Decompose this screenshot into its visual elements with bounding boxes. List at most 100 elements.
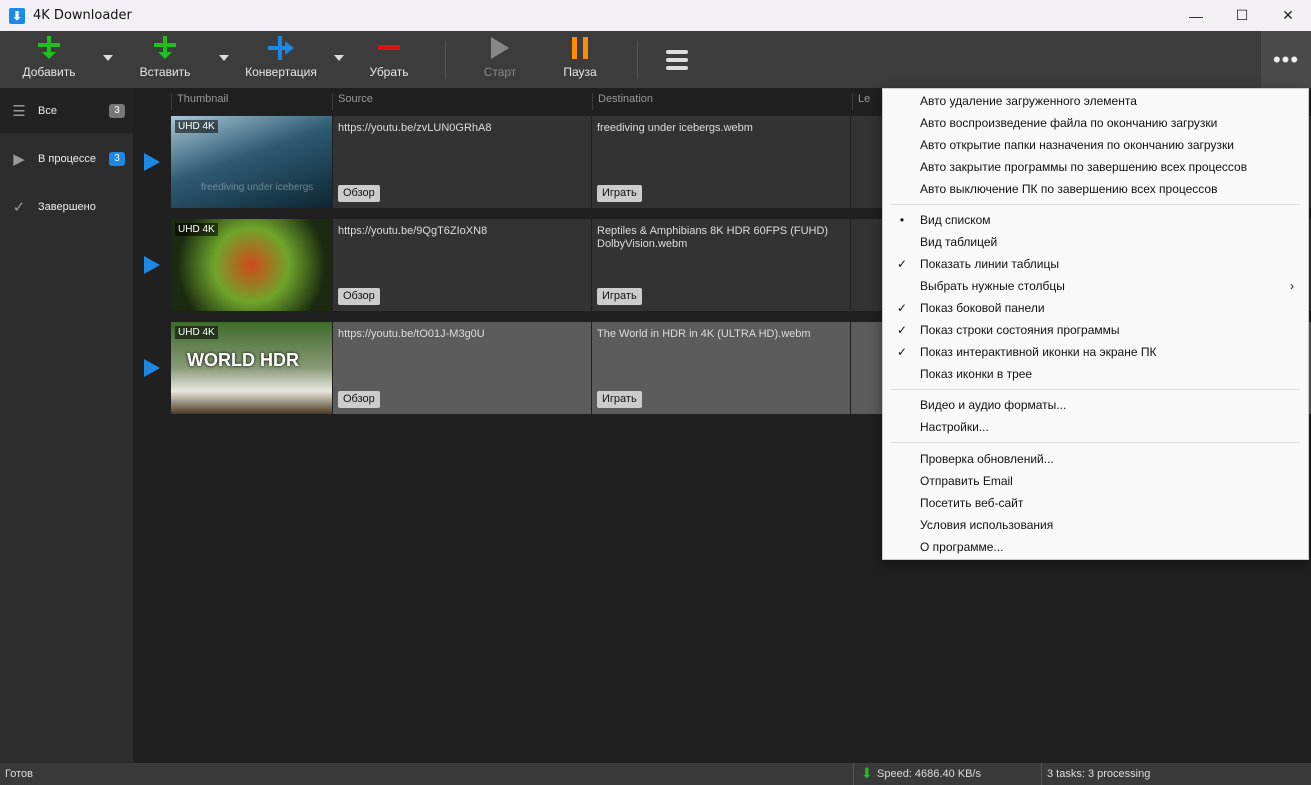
- menu-item-label: Авто воспроизведение файла по окончанию …: [920, 116, 1218, 130]
- menu-item-label: Авто закрытие программы по завершению вс…: [920, 160, 1248, 174]
- status-divider: [1041, 763, 1042, 785]
- menu-separator: [891, 204, 1300, 205]
- convert-icon: [242, 31, 320, 65]
- menu-item[interactable]: Показ иконки в трее: [883, 363, 1308, 385]
- menu-item-label: Выбрать нужные столбцы: [920, 279, 1065, 293]
- menu-item[interactable]: Авто закрытие программы по завершению вс…: [883, 156, 1308, 178]
- maximize-button[interactable]: ☐: [1219, 0, 1265, 31]
- status-text: Готов: [5, 768, 33, 780]
- menu-item-label: Показ интерактивной иконки на экране ПК: [920, 345, 1157, 359]
- list-icon: ☰: [12, 102, 26, 120]
- menu-item-label: Показать линии таблицы: [920, 257, 1059, 271]
- menu-separator: [891, 442, 1300, 443]
- window-title: 4K Downloader: [33, 8, 132, 23]
- play-icon: [478, 31, 522, 65]
- menu-item-label: Показ боковой панели: [920, 301, 1045, 315]
- play-icon[interactable]: [144, 153, 160, 171]
- minimize-button[interactable]: —: [1173, 0, 1219, 31]
- status-divider: [853, 763, 854, 785]
- menu-item-label: Вид списком: [920, 213, 991, 227]
- video-thumbnail: UHD 4K freediving under icebergs: [171, 116, 332, 208]
- remove-button[interactable]: Убрать: [364, 31, 414, 88]
- convert-button[interactable]: Конвертация: [242, 31, 320, 88]
- status-bar: Готов ⬇ Speed: 4686.40 KB/s 3 tasks: 3 p…: [0, 763, 1311, 785]
- add-button[interactable]: Добавить: [20, 31, 78, 88]
- menu-item-label: Показ иконки в трее: [920, 367, 1033, 381]
- checkmark-icon: ✓: [896, 301, 908, 315]
- app-logo-icon: ⬇: [9, 7, 25, 24]
- hamburger-icon: [662, 31, 692, 88]
- destination-cell: freediving under icebergs.webm Играть: [592, 116, 850, 208]
- plus-download-icon: [20, 31, 78, 65]
- menu-item-label: Посетить веб-сайт: [920, 496, 1024, 510]
- column-destination[interactable]: Destination: [592, 93, 653, 110]
- menu-item[interactable]: ✓ Показать линии таблицы: [883, 253, 1308, 275]
- menu-item[interactable]: Видео и аудио форматы...: [883, 394, 1308, 416]
- chevron-right-icon: ›: [1290, 279, 1294, 293]
- sidebar: ☰ Все 3 ▶ В процессе 3 ✓ Завершено: [0, 88, 133, 763]
- convert-dropdown-icon[interactable]: [334, 55, 344, 61]
- bullet-icon: •: [899, 213, 905, 227]
- menu-item[interactable]: Авто открытие папки назначения по оконча…: [883, 134, 1308, 156]
- video-thumbnail: UHD 4K: [171, 219, 332, 311]
- menu-item[interactable]: ✓ Показ интерактивной иконки на экране ПК: [883, 341, 1308, 363]
- checkmark-icon: ✓: [896, 323, 908, 337]
- menu-item-label: О программе...: [920, 540, 1004, 554]
- play-file-button[interactable]: Играть: [597, 288, 642, 305]
- paste-dropdown-icon[interactable]: [219, 55, 229, 61]
- menu-item[interactable]: • Вид списком: [883, 209, 1308, 231]
- menu-item-label: Авто выключение ПК по завершению всех пр…: [920, 182, 1218, 196]
- column-thumbnail[interactable]: Thumbnail: [171, 93, 228, 110]
- menu-item[interactable]: ✓ Показ строки состояния программы: [883, 319, 1308, 341]
- pause-button[interactable]: Пауза: [560, 31, 600, 88]
- menu-item[interactable]: Проверка обновлений...: [883, 448, 1308, 470]
- menu-item[interactable]: Выбрать нужные столбцы ›: [883, 275, 1308, 297]
- menu-item[interactable]: Авто выключение ПК по завершению всех пр…: [883, 178, 1308, 200]
- menu-item[interactable]: ✓ Показ боковой панели: [883, 297, 1308, 319]
- toolbar: Добавить Вставить Конвертация Убрать Ста…: [0, 31, 1311, 88]
- start-button[interactable]: Старт: [478, 31, 522, 88]
- menu-item-label: Показ строки состояния программы: [920, 323, 1120, 337]
- source-cell: https://youtu.be/9QgT6ZIoXN8 Обзор: [333, 219, 591, 311]
- tasks-text: 3 tasks: 3 processing: [1047, 768, 1151, 780]
- paste-button[interactable]: Вставить: [136, 31, 194, 88]
- menu-item-label: Вид таблицей: [920, 235, 998, 249]
- plus-download-icon: [136, 31, 194, 65]
- minus-icon: [364, 31, 414, 65]
- play-icon[interactable]: [144, 256, 160, 274]
- play-file-button[interactable]: Играть: [597, 185, 642, 202]
- browse-button[interactable]: Обзор: [338, 391, 380, 408]
- download-arrow-icon: ⬇: [861, 765, 873, 781]
- menu-item-label: Условия использования: [920, 518, 1054, 532]
- more-options-button[interactable]: •••: [1261, 31, 1311, 88]
- add-dropdown-icon[interactable]: [103, 55, 113, 61]
- count-badge: 3: [109, 103, 125, 118]
- menu-item-label: Настройки...: [920, 420, 989, 434]
- browse-button[interactable]: Обзор: [338, 185, 380, 202]
- menu-item[interactable]: Вид таблицей: [883, 231, 1308, 253]
- options-menu: Авто удаление загруженного элемента Авто …: [882, 88, 1309, 560]
- play-icon[interactable]: [144, 359, 160, 377]
- source-cell: https://youtu.be/tO01J-M3g0U Обзор: [333, 322, 591, 414]
- menu-item[interactable]: Настройки...: [883, 416, 1308, 438]
- checkmark-icon: ✓: [896, 257, 908, 271]
- play-file-button[interactable]: Играть: [597, 391, 642, 408]
- sidebar-item-all[interactable]: ☰ Все 3: [0, 88, 133, 133]
- source-cell: https://youtu.be/zvLUN0GRhA8 Обзор: [333, 116, 591, 208]
- menu-item[interactable]: Авто удаление загруженного элемента: [883, 90, 1308, 112]
- play-icon: ▶: [13, 150, 25, 168]
- sidebar-item-in-progress[interactable]: ▶ В процессе 3: [0, 136, 133, 181]
- column-source[interactable]: Source: [332, 93, 373, 110]
- menu-item-label: Авто открытие папки назначения по оконча…: [920, 138, 1234, 152]
- menu-item[interactable]: Отправить Email: [883, 470, 1308, 492]
- close-button[interactable]: ✕: [1265, 0, 1311, 31]
- menu-item[interactable]: Авто воспроизведение файла по окончанию …: [883, 112, 1308, 134]
- menu-item[interactable]: Условия использования: [883, 514, 1308, 536]
- menu-item[interactable]: Посетить веб-сайт: [883, 492, 1308, 514]
- main-menu-button[interactable]: [662, 31, 692, 88]
- sidebar-item-completed[interactable]: ✓ Завершено: [0, 184, 133, 229]
- menu-item[interactable]: О программе...: [883, 536, 1308, 558]
- column-length[interactable]: Le: [852, 93, 870, 110]
- browse-button[interactable]: Обзор: [338, 288, 380, 305]
- checkmark-icon: ✓: [896, 345, 908, 359]
